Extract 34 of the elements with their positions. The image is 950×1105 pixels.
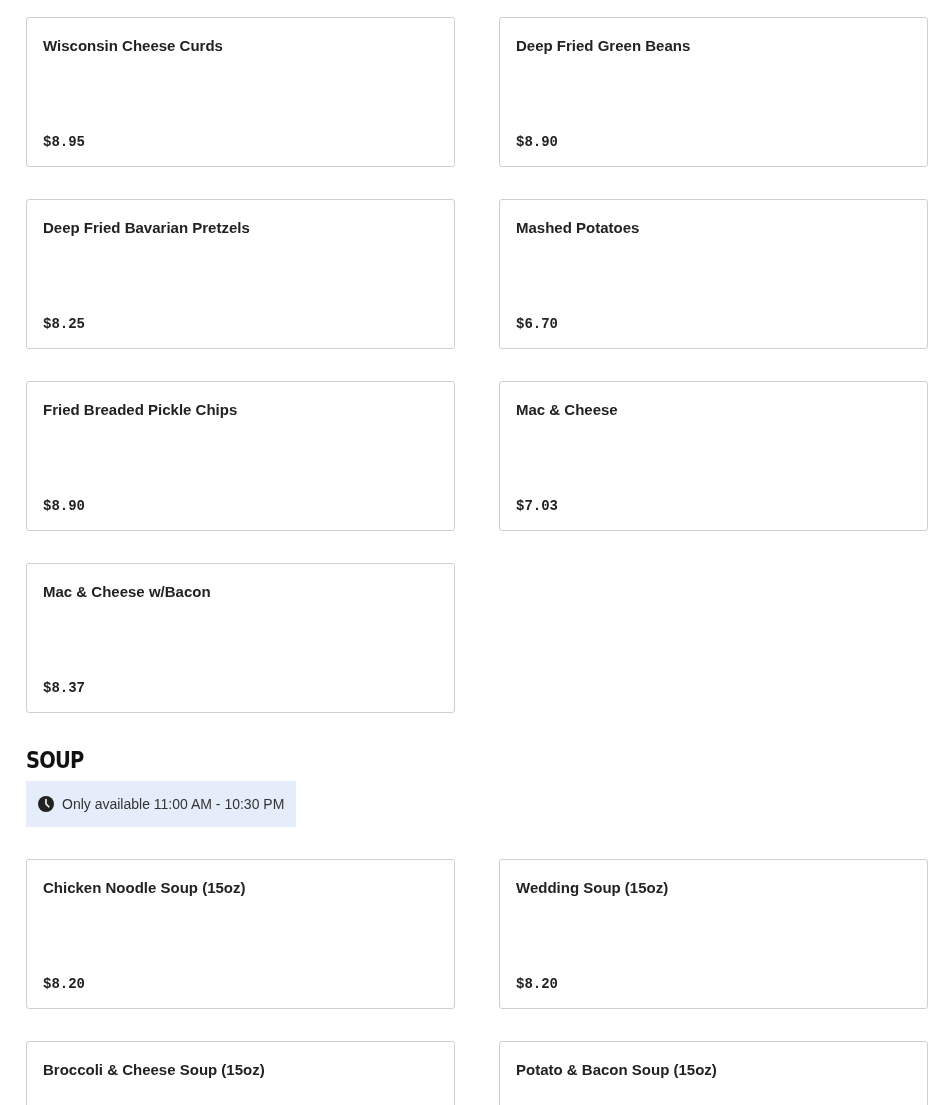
menu-item-card[interactable]: Fried Breaded Pickle Chips $8.90 <box>26 381 455 531</box>
item-name: Chicken Noodle Soup (15oz) <box>43 879 247 896</box>
item-name: Wedding Soup (15oz) <box>516 879 670 896</box>
item-price: $8.95 <box>43 134 86 150</box>
availability-text: Only available 11:00 AM - 10:30 PM <box>62 796 285 812</box>
item-name: Wisconsin Cheese Curds <box>43 37 224 54</box>
menu-item-card[interactable]: Deep Fried Green Beans $8.90 <box>499 17 928 167</box>
menu-item-card[interactable]: Wisconsin Cheese Curds $8.95 <box>26 17 455 167</box>
item-name: Mac & Cheese <box>516 401 619 418</box>
item-name: Deep Fried Bavarian Pretzels <box>43 219 251 236</box>
menu-item-card[interactable]: Wedding Soup (15oz) $8.20 <box>499 859 928 1009</box>
item-price: $7.03 <box>516 498 559 514</box>
menu-item-card[interactable]: Deep Fried Bavarian Pretzels $8.25 <box>26 199 455 349</box>
item-price: $8.20 <box>516 976 559 992</box>
menu-item-card[interactable]: Chicken Noodle Soup (15oz) $8.20 <box>26 859 455 1009</box>
item-name: Fried Breaded Pickle Chips <box>43 401 239 418</box>
clock-icon <box>38 796 54 812</box>
section-heading: SOUP <box>26 747 84 773</box>
item-price: $8.90 <box>43 498 86 514</box>
item-name: Deep Fried Green Beans <box>516 37 692 54</box>
item-price: $8.37 <box>43 680 86 696</box>
menu-item-card[interactable]: Broccoli & Cheese Soup (15oz) <box>26 1041 455 1105</box>
menu-item-card[interactable]: Potato & Bacon Soup (15oz) <box>499 1041 928 1105</box>
menu-item-card[interactable]: Mac & Cheese $7.03 <box>499 381 928 531</box>
item-name: Mac & Cheese w/Bacon <box>43 583 212 600</box>
item-name: Mashed Potatoes <box>516 219 641 236</box>
item-price: $6.70 <box>516 316 559 332</box>
menu-item-card[interactable]: Mashed Potatoes $6.70 <box>499 199 928 349</box>
item-name: Broccoli & Cheese Soup (15oz) <box>43 1061 266 1078</box>
item-price: $8.90 <box>516 134 559 150</box>
item-name: Potato & Bacon Soup (15oz) <box>516 1061 718 1078</box>
item-price: $8.20 <box>43 976 86 992</box>
item-price: $8.25 <box>43 316 86 332</box>
menu-item-card[interactable]: Mac & Cheese w/Bacon $8.37 <box>26 563 455 713</box>
